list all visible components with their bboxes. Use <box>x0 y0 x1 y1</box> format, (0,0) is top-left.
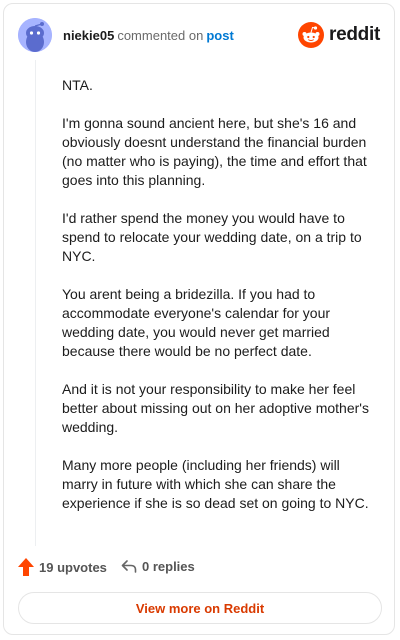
comment-paragraph: And it is not your responsibility to mak… <box>62 381 369 435</box>
comment-header: niekie05 commented on post reddit <box>18 18 380 54</box>
replies-button[interactable]: 0 replies <box>121 558 195 574</box>
view-more-button[interactable]: View more on Reddit <box>18 592 382 624</box>
username-link[interactable]: niekie05 <box>63 28 114 43</box>
upvote-button[interactable]: 19 upvotes <box>18 558 107 576</box>
reddit-logo[interactable]: reddit <box>298 22 380 48</box>
comment-paragraph: You arent being a bridezilla. If you had… <box>62 286 331 359</box>
reply-count: 0 replies <box>142 558 195 574</box>
reddit-wordmark: reddit <box>329 24 380 45</box>
comment-paragraph: I'm gonna sound ancient here, but she's … <box>62 115 367 188</box>
reddit-alien-icon <box>298 22 325 48</box>
comment-paragraph: NTA. <box>62 77 93 93</box>
action-text: commented on <box>117 28 204 43</box>
reply-arrow-icon <box>121 560 137 573</box>
embedded-comment-card: niekie05 commented on post reddit NTA. I'm… <box>3 3 395 635</box>
upvote-count: 19 upvotes <box>39 559 107 575</box>
comment-paragraph: Many more people (including her friends)… <box>62 457 369 511</box>
comment-body: NTA. I'm gonna sound ancient here, but s… <box>62 76 378 532</box>
thread-line <box>35 60 36 546</box>
upvote-arrow-icon <box>18 558 34 576</box>
comment-paragraph: I'd rather spend the money you would hav… <box>62 210 362 264</box>
byline: niekie05 commented on post <box>63 28 234 44</box>
snoo-avatar-icon[interactable] <box>18 18 52 52</box>
post-link[interactable]: post <box>206 28 233 43</box>
